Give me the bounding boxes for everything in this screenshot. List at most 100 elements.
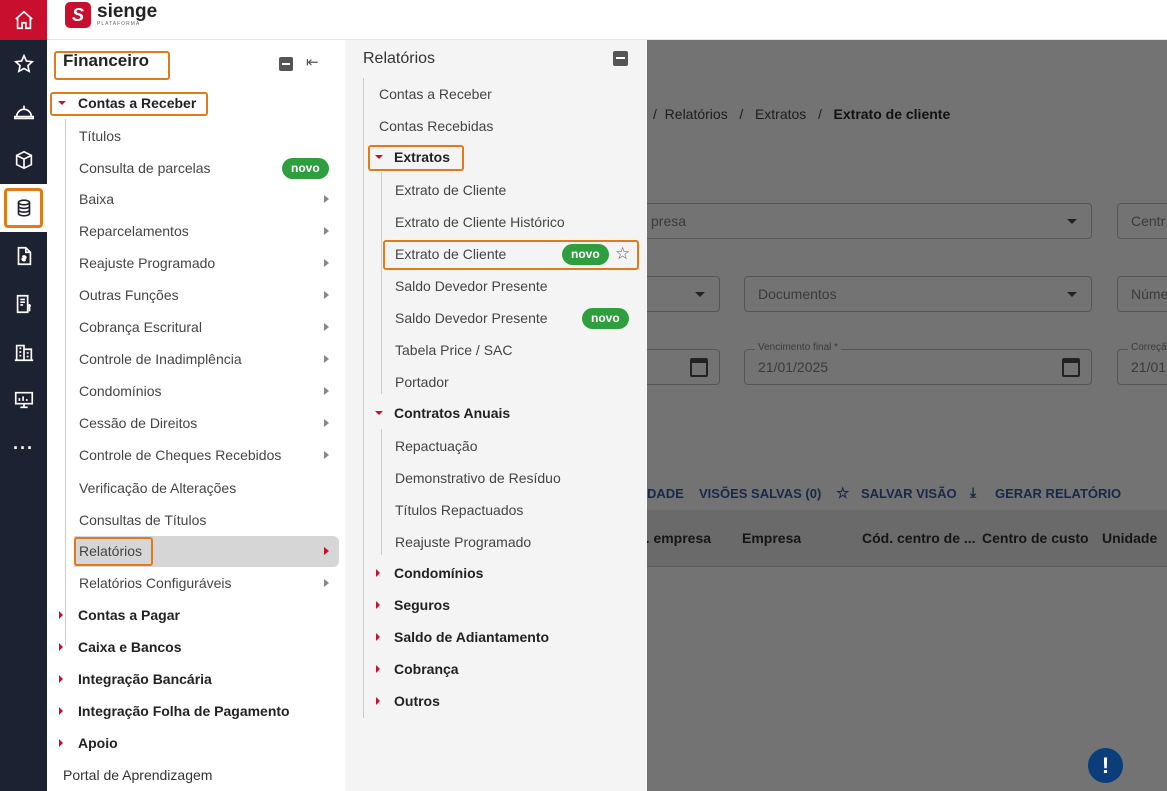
menu-item-reparcelamentos[interactable]: Reparcelamentos — [47, 215, 345, 247]
menu-item-cobranca-escritural[interactable]: Cobrança Escritural — [47, 311, 345, 343]
calendar-icon[interactable] — [690, 358, 708, 377]
invoice-icon[interactable] — [0, 280, 47, 328]
prev-select-field[interactable] — [637, 276, 720, 312]
action-unidade[interactable]: DADE — [647, 486, 684, 501]
more-icon[interactable]: ··· — [0, 424, 47, 472]
menu-item-verificacao-alteracoes[interactable]: Verificação de Alterações — [47, 472, 345, 504]
box-icon[interactable] — [0, 136, 47, 184]
portal-label: Portal de Aprendizagem — [63, 767, 213, 783]
chevron-right-icon — [324, 291, 329, 299]
report-extrato-cliente-novo[interactable]: Extrato de Cliente novo ☆ — [345, 238, 647, 270]
menu-item-outras-funcoes[interactable]: Outras Funções — [47, 279, 345, 311]
vencimento-final-field[interactable]: Vencimento final * 21/01/2025 — [744, 342, 1092, 385]
group-apoio[interactable]: Apoio — [47, 727, 345, 759]
portal-aprendizagem-link[interactable]: Portal de Aprendizagem — [47, 759, 345, 791]
report-portador[interactable]: Portador — [345, 366, 647, 398]
report-label: Demonstrativo de Resíduo — [395, 470, 561, 486]
report-tabela-price[interactable]: Tabela Price / SAC — [345, 334, 647, 366]
report-label: Saldo Devedor Presente — [395, 310, 548, 326]
menu-item-relatorios-configuraveis[interactable]: Relatórios Configuráveis — [47, 567, 345, 599]
group-seguros[interactable]: Seguros — [345, 589, 647, 621]
caret-down-icon — [375, 155, 383, 159]
report-contas-a-receber[interactable]: Contas a Receber — [345, 78, 647, 110]
help-button[interactable]: ! — [1088, 748, 1123, 783]
group-outros[interactable]: Outros — [345, 685, 647, 717]
breadcrumb-extratos[interactable]: Extratos — [755, 106, 806, 122]
helmet-icon[interactable] — [0, 88, 47, 136]
report-demonstrativo-residuo[interactable]: Demonstrativo de Resíduo — [345, 462, 647, 494]
numero-placeholder: Núme — [1131, 286, 1167, 302]
correcao-label: Correçã — [1128, 342, 1167, 353]
panel-title: Relatórios — [363, 50, 436, 67]
collapse-panel-icon[interactable]: ⇤ — [306, 53, 319, 71]
group-cobranca[interactable]: Cobrança — [345, 653, 647, 685]
caret-right-icon — [376, 569, 380, 577]
breadcrumb-sep: / — [817, 106, 822, 122]
centro-field[interactable]: Centr — [1117, 203, 1167, 239]
column-header[interactable]: Cód. centro de ... — [862, 530, 976, 546]
menu-item-relatorios[interactable]: Relatórios — [47, 535, 345, 567]
report-reajuste-programado[interactable]: Reajuste Programado — [345, 526, 647, 558]
menu-item-condominios[interactable]: Condomínios — [47, 375, 345, 407]
menu-item-reajuste-programado[interactable]: Reajuste Programado — [47, 247, 345, 279]
report-label: Portador — [395, 374, 449, 390]
breadcrumb-relatorios[interactable]: Relatórios — [665, 106, 728, 122]
chevron-right-icon — [324, 259, 329, 267]
menu-item-label: Controle de Inadimplência — [79, 351, 242, 367]
calendar-icon[interactable] — [1062, 358, 1080, 377]
menu-item-titulos[interactable]: Títulos — [47, 120, 345, 152]
menu-item-controle-cheques[interactable]: Controle de Cheques Recebidos — [47, 439, 345, 471]
report-extrato-cliente[interactable]: Extrato de Cliente — [345, 174, 647, 206]
vencimento-inicial-field[interactable] — [637, 349, 720, 385]
salvar-visao-button[interactable]: SALVAR VISÃO — [861, 486, 957, 501]
empresa-field[interactable]: presa — [637, 203, 1092, 239]
building-icon[interactable] — [0, 328, 47, 376]
collapse-all-icon[interactable] — [279, 57, 293, 71]
star-icon[interactable] — [0, 40, 47, 88]
menu-item-label: Reparcelamentos — [79, 223, 189, 239]
home-icon[interactable] — [0, 0, 47, 40]
menu-item-consultas-titulos[interactable]: Consultas de Títulos — [47, 504, 345, 536]
caret-right-icon — [376, 633, 380, 641]
caret-right-icon — [59, 739, 63, 747]
logo-name: sienge — [97, 1, 158, 22]
column-header[interactable]: Centro de custo — [982, 530, 1089, 546]
menu-item-consulta-parcelas[interactable]: Consulta de parcelas novo — [47, 152, 345, 184]
group-contas-a-pagar[interactable]: Contas a Pagar — [47, 599, 345, 631]
column-header[interactable]: Empresa — [742, 530, 801, 546]
collapse-all-icon[interactable] — [613, 51, 628, 66]
menu-item-label: Controle de Cheques Recebidos — [79, 447, 282, 463]
section-contas-a-receber[interactable]: Contas a Receber — [47, 87, 345, 119]
report-contas-recebidas[interactable]: Contas Recebidas — [345, 110, 647, 142]
correcao-field[interactable]: Correçã 21/01 — [1117, 342, 1167, 385]
report-titulos-repactuados[interactable]: Títulos Repactuados — [345, 494, 647, 526]
group-integracao-folha[interactable]: Integração Folha de Pagamento — [47, 695, 345, 727]
gerar-relatorio-button[interactable]: GERAR RELATÓRIO — [995, 486, 1121, 501]
group-saldo-adiantamento[interactable]: Saldo de Adiantamento — [345, 621, 647, 653]
documentos-field[interactable]: Documentos — [744, 276, 1092, 312]
report-saldo-devedor[interactable]: Saldo Devedor Presente — [345, 270, 647, 302]
numero-field[interactable]: Núme — [1117, 276, 1167, 312]
monitor-chart-icon[interactable] — [0, 376, 47, 424]
report-saldo-devedor-novo[interactable]: Saldo Devedor Presente novo — [345, 302, 647, 334]
group-contratos-anuais[interactable]: Contratos Anuais — [345, 397, 647, 429]
coins-icon[interactable] — [0, 184, 47, 232]
report-repactuacao[interactable]: Repactuação — [345, 430, 647, 462]
group-caixa-bancos[interactable]: Caixa e Bancos — [47, 631, 345, 663]
group-integracao-bancaria[interactable]: Integração Bancária — [47, 663, 345, 695]
document-dollar-icon[interactable] — [0, 232, 47, 280]
group-condominios[interactable]: Condomínios — [345, 557, 647, 589]
visoes-salvas-button[interactable]: VISÕES SALVAS (0) — [699, 486, 821, 501]
menu-item-cessao-direitos[interactable]: Cessão de Direitos — [47, 407, 345, 439]
favorite-star-icon[interactable]: ☆ — [615, 244, 630, 264]
column-header[interactable]: Unidade — [1102, 530, 1157, 546]
sienge-logo[interactable]: S sienge PLATAFORMA — [65, 2, 157, 28]
group-label: Condomínios — [394, 565, 484, 581]
group-label: Integração Folha de Pagamento — [78, 703, 290, 719]
menu-item-baixa[interactable]: Baixa — [47, 183, 345, 215]
menu-item-controle-inadimplencia[interactable]: Controle de Inadimplência — [47, 343, 345, 375]
group-extratos[interactable]: Extratos — [345, 141, 647, 173]
background-page: / Relatórios / Extratos / Extrato de cli… — [637, 40, 1167, 791]
column-header[interactable]: ). empresa — [641, 530, 711, 546]
report-extrato-cliente-historico[interactable]: Extrato de Cliente Histórico — [345, 206, 647, 238]
